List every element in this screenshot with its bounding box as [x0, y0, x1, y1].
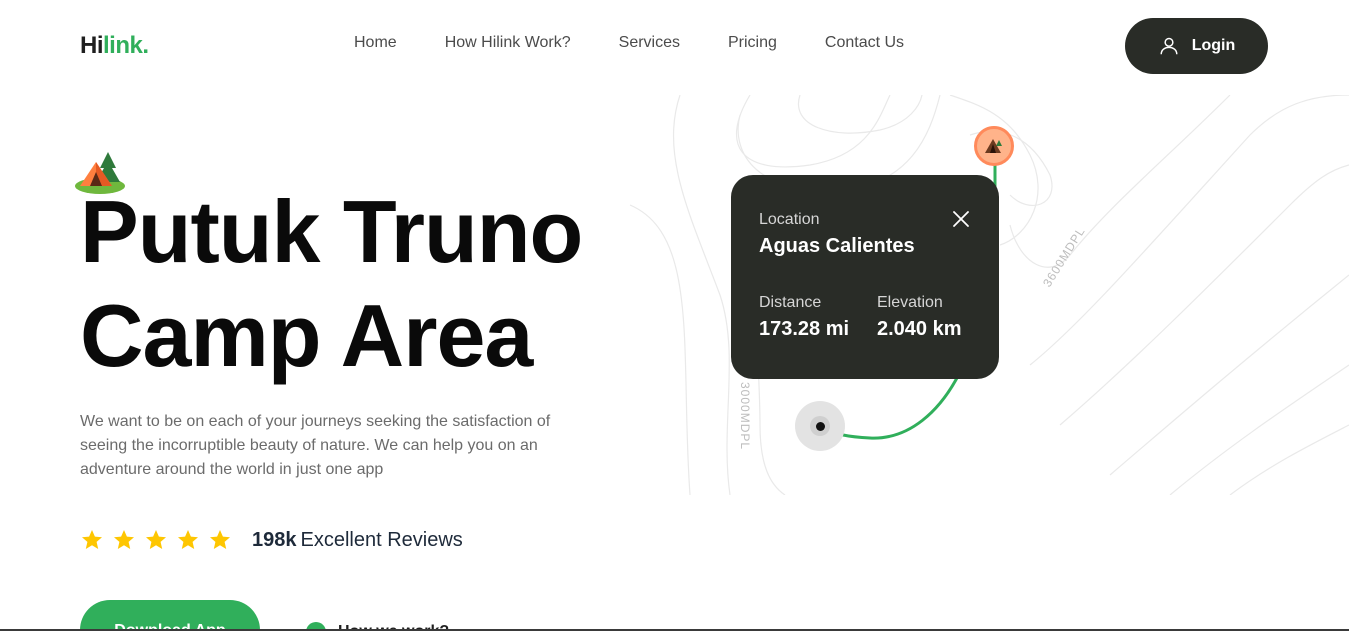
nav-pricing[interactable]: Pricing: [728, 34, 777, 52]
start-point-marker[interactable]: [795, 401, 845, 451]
location-value: Aguas Calientes: [759, 235, 915, 257]
reviews-count: 198k: [252, 529, 297, 551]
hero-description: We want to be on each of your journeys s…: [80, 413, 551, 478]
camp-tent-icon: [985, 139, 1002, 153]
logo[interactable]: Hilink.: [80, 32, 149, 60]
elevation-value: 2.040 km: [877, 318, 962, 340]
distance-stat: Distance 173.28 mi: [759, 294, 853, 341]
card-stats: Distance 173.28 mi Elevation 2.040 km: [759, 294, 971, 341]
reviews-summary: 198k Excellent Reviews: [252, 529, 463, 552]
main-nav: Home How Hilink Work? Services Pricing C…: [354, 34, 904, 52]
reviews-label: Excellent Reviews: [300, 529, 463, 551]
nav-how-it-works[interactable]: How Hilink Work?: [445, 34, 571, 52]
hero-title-line-2: Camp Area: [80, 286, 533, 385]
logo-prefix: Hi: [80, 32, 104, 59]
distance-value: 173.28 mi: [759, 318, 850, 340]
logo-suffix: link.: [103, 32, 149, 59]
star-icon: [178, 530, 198, 549]
elevation-label: Elevation: [877, 294, 943, 311]
nav-contact-us[interactable]: Contact Us: [825, 34, 904, 52]
star-icon: [210, 530, 230, 549]
hero-title: Putuk Truno Camp Area: [80, 180, 583, 388]
contour-label: 3000MDPL: [738, 382, 752, 451]
distance-label: Distance: [759, 294, 822, 311]
start-point-dot: [815, 421, 825, 431]
nav-services[interactable]: Services: [619, 34, 680, 52]
close-icon[interactable]: [951, 209, 971, 229]
camp-pin[interactable]: [974, 126, 1014, 166]
hero-title-line-1: Putuk Truno: [80, 182, 583, 281]
rating-stars: [80, 528, 232, 552]
download-app-button[interactable]: Download App: [80, 600, 260, 631]
login-button[interactable]: Login: [1125, 18, 1268, 74]
login-label: Login: [1191, 37, 1236, 54]
location-card: Location Aguas Calientes Distance 173.28…: [731, 175, 999, 379]
location-label: Location: [759, 211, 820, 228]
elevation-stat: Elevation 2.040 km: [877, 294, 971, 341]
user-icon: [1160, 37, 1178, 55]
start-point-ring: [810, 416, 830, 436]
star-icon: [82, 530, 102, 549]
nav-home[interactable]: Home: [354, 34, 397, 52]
star-icon: [146, 530, 166, 549]
star-icon: [114, 530, 134, 549]
